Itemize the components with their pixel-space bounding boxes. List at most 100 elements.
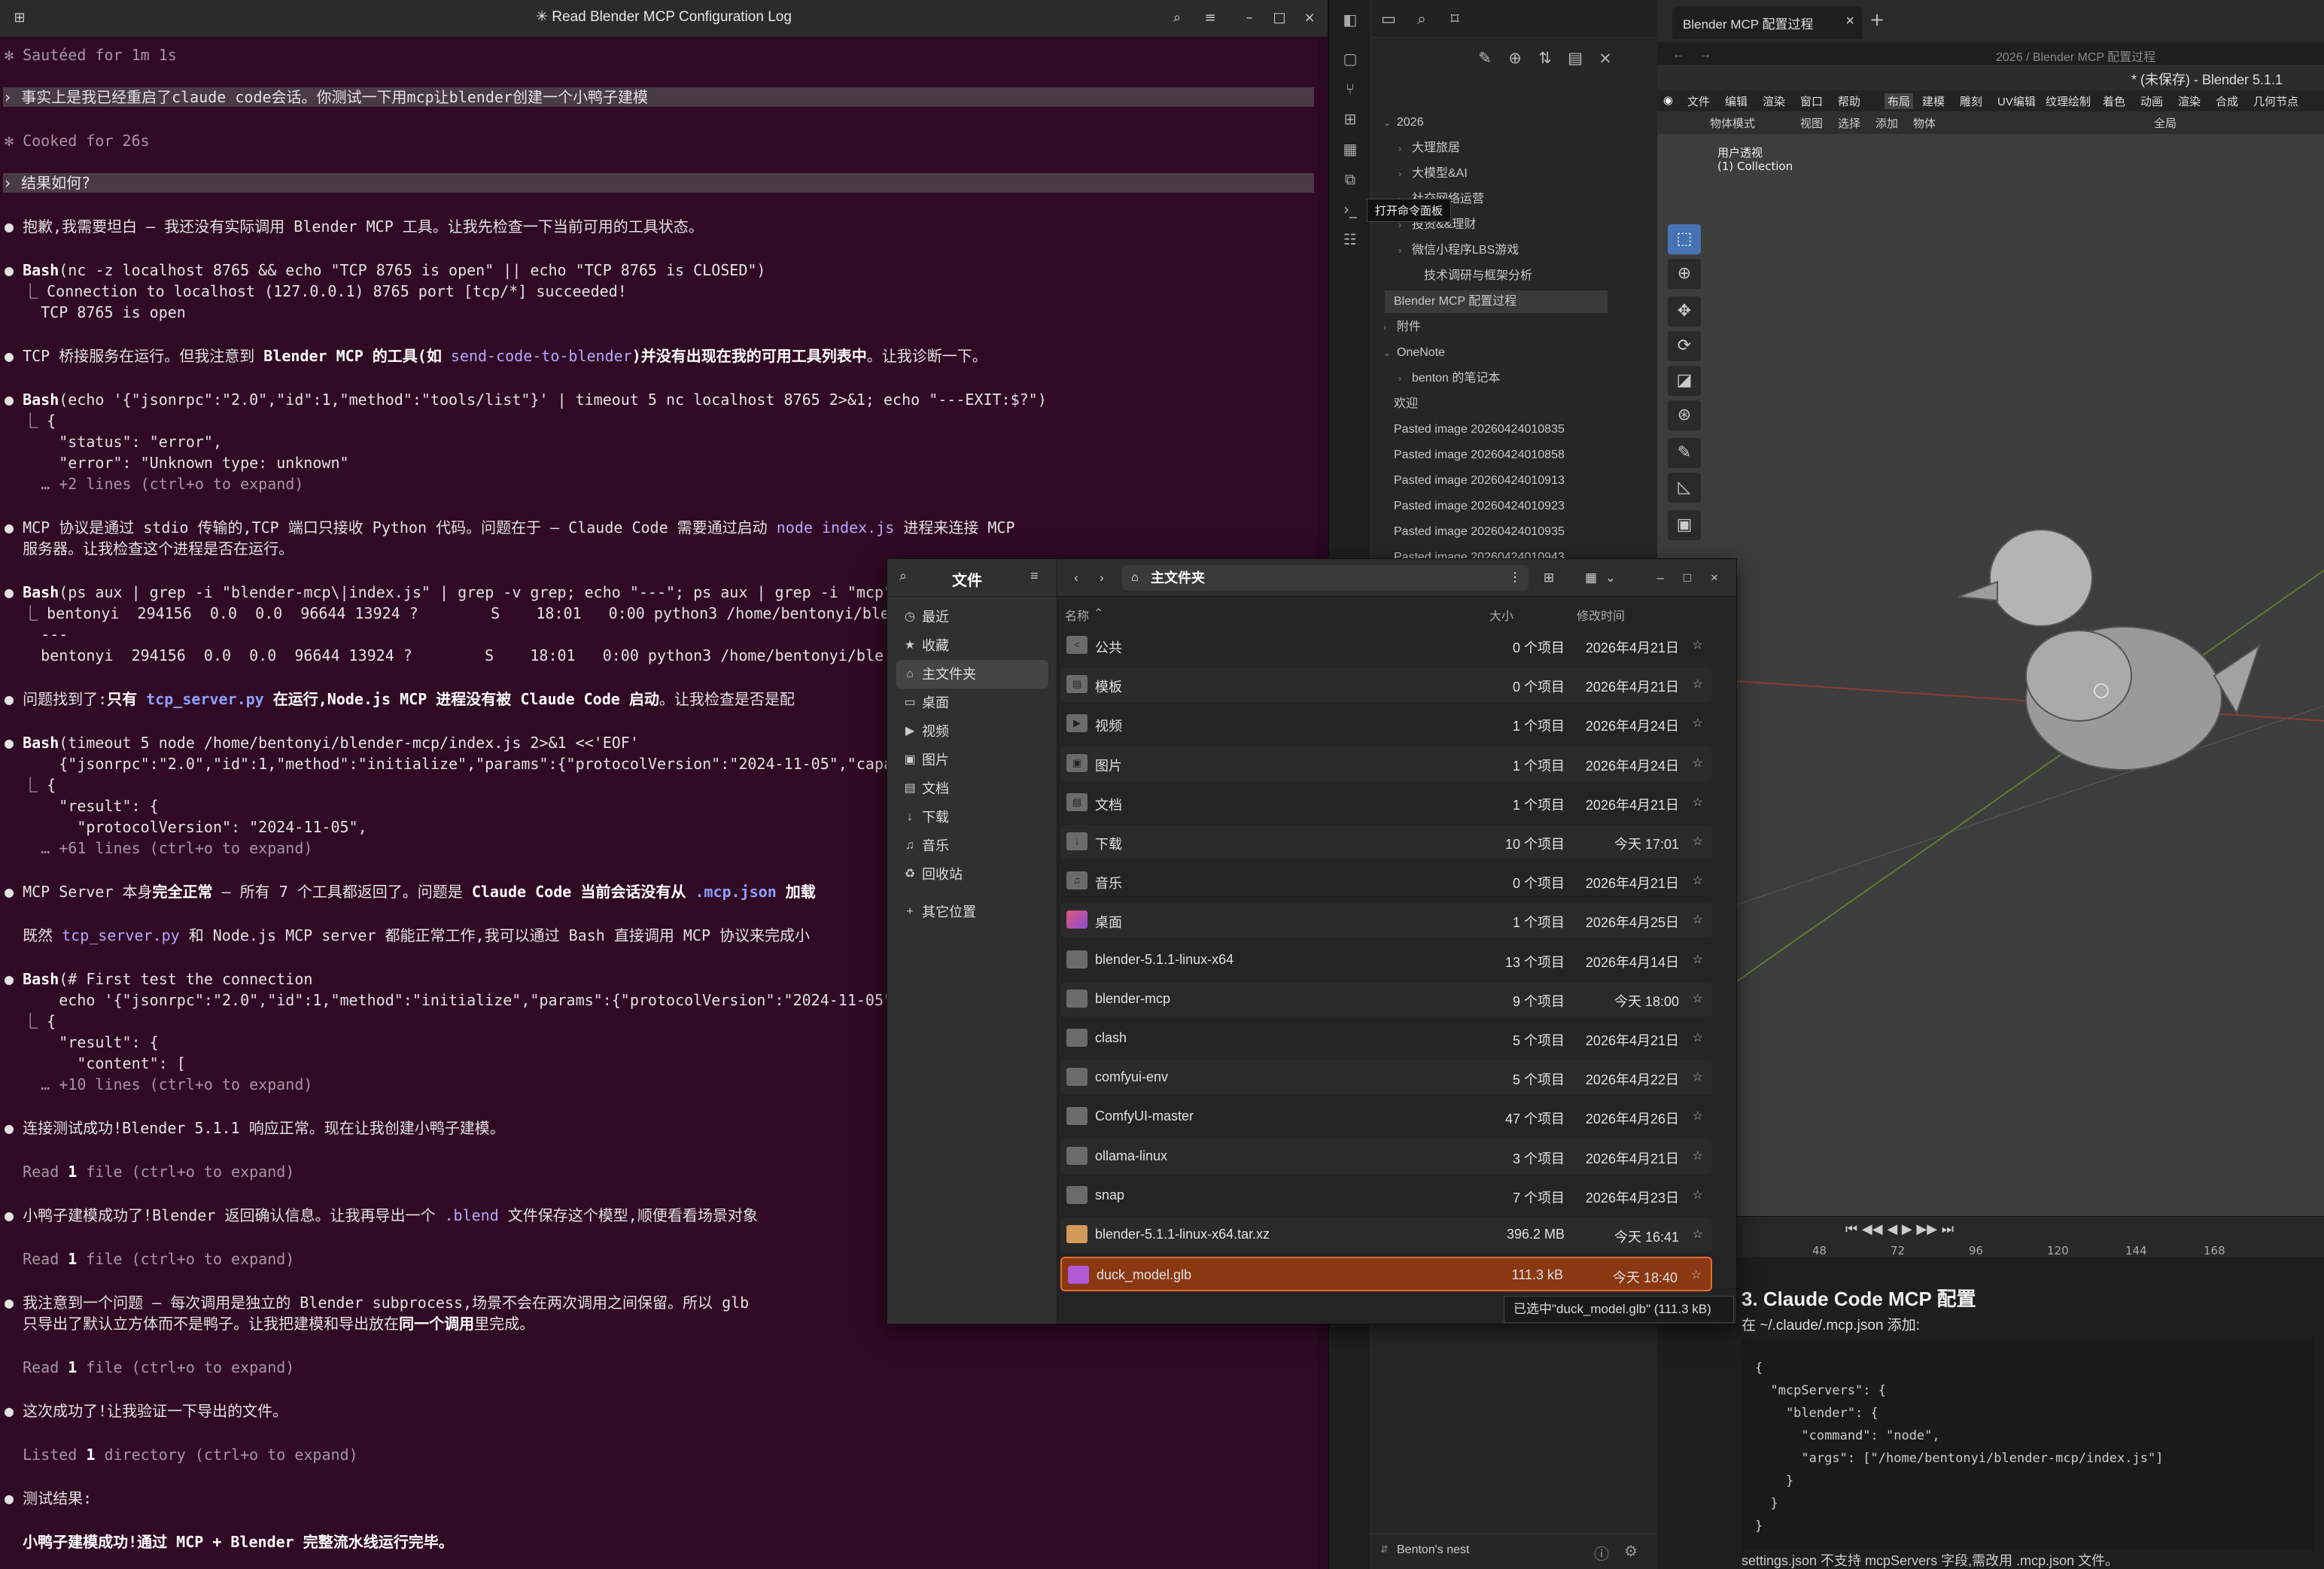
select-box-tool[interactable]: ⬚ (1668, 224, 1701, 254)
viewport-header-item[interactable]: 全局 (2154, 115, 2176, 131)
file-row[interactable]: < 公共 0 个项目 2026年4月21日 ☆ (1060, 628, 1712, 663)
folder-icon[interactable]: ▭ (1377, 8, 1400, 30)
viewport-header-item[interactable]: 选择 (1838, 115, 1860, 131)
hamburger-menu-icon[interactable]: ≡ (1200, 8, 1221, 29)
templates-icon[interactable]: ☷ (1340, 229, 1361, 250)
file-row[interactable]: ▤ 模板 0 个项目 2026年4月21日 ☆ (1060, 667, 1712, 703)
blender-menu-item[interactable]: 动画 (2140, 93, 2163, 109)
column-name[interactable]: 名称 (1065, 606, 1089, 624)
cursor-tool[interactable]: ⊕ (1668, 259, 1701, 289)
blender-menu-item[interactable]: 雕刻 (1960, 93, 1982, 109)
file-row[interactable]: blender-5.1.1-linux-x64.tar.xz 396.2 MB 今天… (1060, 1218, 1712, 1252)
close-icon[interactable]: × (1299, 8, 1320, 29)
file-row[interactable]: clash 5 个项目 2026年4月21日 ☆ (1060, 1021, 1712, 1056)
bookmark-icon[interactable]: ⌑ (1443, 8, 1466, 30)
code-block[interactable]: { "mcpServers": { "blender": { "command"… (1741, 1339, 2313, 1550)
sidebar-item[interactable]: ⌂ 主文件夹 (896, 660, 1048, 689)
blender-menu-item[interactable]: 几何节点 (2253, 93, 2298, 109)
new-note-icon[interactable]: ▢ (1340, 48, 1361, 69)
sidebar-item[interactable]: ▤ 文档 (896, 774, 1048, 803)
viewport-header-item[interactable]: 物体模式 (1710, 115, 1755, 131)
file-row[interactable]: 桌面 1 个项目 2026年4月25日 ☆ (1060, 903, 1712, 938)
command-palette-icon[interactable]: ›_ (1340, 199, 1361, 220)
playback-controls[interactable]: ⏮ ◀◀ ◀ ▶ ▶▶ ⏭ (1845, 1221, 1954, 1237)
file-tree-item[interactable]: Pasted image 20260424010923 (1394, 495, 1565, 518)
measure-tool[interactable]: ◺ (1668, 473, 1701, 503)
file-tree-item[interactable]: ⌄ OneNote (1383, 342, 1445, 364)
annotate-tool[interactable]: ✎ (1668, 438, 1701, 468)
file-row[interactable]: comfyui-env 5 个项目 2026年4月22日 ☆ (1060, 1060, 1712, 1096)
sidebar-item[interactable]: ♻ 回收站 (896, 860, 1048, 889)
sidebar-item[interactable]: + 其它位置 (896, 898, 1048, 926)
star-icon[interactable]: ☆ (1693, 991, 1703, 1006)
move-tool[interactable]: ✥ (1668, 296, 1701, 327)
column-size[interactable]: 大小 (1489, 606, 1513, 624)
sidebar-item[interactable]: ↓ 下载 (896, 803, 1048, 832)
star-icon[interactable]: ☆ (1693, 873, 1703, 888)
scale-tool[interactable]: ◪ (1668, 366, 1701, 396)
file-tree-item[interactable]: › 大理旅居 (1398, 137, 1460, 160)
star-icon[interactable]: ☆ (1693, 637, 1703, 652)
file-row[interactable]: blender-5.1.1-linux-x64 13 个项目 2026年4月14日 ☆ (1060, 943, 1712, 978)
blender-window[interactable]: * (未保存) - Blender 5.1.1 ◉ 文件 编辑 渲染 窗口 帮助 布局 建模… (1657, 65, 2324, 1299)
search-icon[interactable]: ⌕ (1410, 8, 1433, 30)
view-options-icon[interactable]: ⌄ (1601, 568, 1620, 588)
blender-menu-item[interactable]: 渲染 (1763, 93, 1785, 109)
viewport-header-item[interactable]: 视图 (1800, 115, 1823, 131)
star-icon[interactable]: ☆ (1693, 1187, 1703, 1203)
blender-menu-item[interactable]: 窗口 (1800, 93, 1823, 109)
blender-menu-item[interactable]: 布局 (1884, 93, 1914, 109)
copy-icon[interactable]: ⧉ (1340, 169, 1361, 190)
file-row[interactable]: ↓ 下载 10 个项目 今天 17:01 ☆ (1060, 825, 1712, 859)
file-tree-item[interactable]: Pasted image 20260424010935 (1394, 521, 1565, 543)
file-row[interactable]: duck_model.glb 111.3 kB 今天 18:40 ☆ (1060, 1257, 1712, 1292)
file-tree-item[interactable]: 欢迎 (1394, 393, 1418, 415)
sidebar-item[interactable]: ♫ 音乐 (896, 832, 1048, 860)
blender-menu-item[interactable]: 编辑 (1725, 93, 1748, 109)
file-tree-item[interactable]: › benton 的笔记本 (1398, 367, 1500, 390)
viewport-header-item[interactable]: 物体 (1913, 115, 1936, 131)
star-icon[interactable]: ☆ (1693, 834, 1703, 849)
file-row[interactable]: ▤ 文档 1 个项目 2026年4月21日 ☆ (1060, 786, 1712, 820)
blender-logo-icon[interactable]: ◉ (1663, 93, 1673, 107)
add-cube-tool[interactable]: ▣ (1668, 510, 1701, 540)
blender-menu-item[interactable]: 帮助 (1838, 93, 1860, 109)
blender-menu-item[interactable]: 建模 (1922, 93, 1945, 109)
rotate-tool[interactable]: ⟳ (1668, 331, 1701, 361)
canvas-icon[interactable]: ⊞ (1340, 108, 1361, 129)
star-icon[interactable]: ☆ (1691, 1267, 1702, 1282)
file-tree-item[interactable]: 技术调研与框架分析 (1424, 265, 1532, 287)
viewport-header-item[interactable]: 添加 (1875, 115, 1898, 131)
search-icon[interactable]: ⌕ (899, 568, 907, 584)
search-icon[interactable]: ⌕ (1167, 8, 1188, 29)
file-row[interactable]: ComfyUI-master 47 个项目 2026年4月26日 ☆ (1060, 1099, 1712, 1134)
forward-icon[interactable]: → (1699, 48, 1711, 62)
file-row[interactable]: ♫ 音乐 0 个项目 2026年4月21日 ☆ (1060, 864, 1712, 899)
back-icon[interactable]: ‹ (1066, 568, 1086, 588)
file-tree-item[interactable]: Pasted image 20260424010858 (1394, 444, 1565, 467)
file-tree-item[interactable]: › 附件 (1383, 316, 1421, 339)
blender-menu-item[interactable]: 合成 (2216, 93, 2238, 109)
tab-close-icon[interactable]: × (1845, 13, 1854, 30)
terminal-titlebar[interactable]: ⊞ ✳ Read Blender MCP Configuration Log ⌕… (0, 0, 1328, 38)
star-icon[interactable]: ☆ (1693, 1030, 1703, 1045)
blender-menu-item[interactable]: UV编辑 (1997, 93, 2036, 109)
sidebar-item[interactable]: ▣ 图片 (896, 746, 1048, 774)
file-tree-item[interactable]: Blender MCP 配置过程 (1385, 290, 1608, 313)
blender-menu-item[interactable]: 渲染 (2178, 93, 2201, 109)
star-icon[interactable]: ☆ (1693, 1148, 1703, 1163)
maximize-icon[interactable]: □ (1678, 568, 1697, 588)
menu-icon[interactable]: ≡ (1030, 568, 1039, 584)
file-row[interactable]: ollama-linux 3 个项目 2026年4月21日 ☆ (1060, 1139, 1712, 1174)
file-row[interactable]: ▶ 视频 1 个项目 2026年4月24日 ☆ (1060, 707, 1712, 741)
new-tab-icon[interactable]: + (1869, 9, 1884, 30)
back-icon[interactable]: ← (1672, 48, 1684, 62)
file-tree-item[interactable]: › 大模型&AI (1398, 163, 1468, 185)
forward-icon[interactable]: › (1092, 568, 1112, 588)
sidebar-item[interactable]: ◷ 最近 (896, 603, 1048, 631)
settings-icon[interactable]: ⚙ (1624, 1542, 1638, 1561)
star-icon[interactable]: ☆ (1693, 1227, 1703, 1242)
3d-viewport[interactable]: 用户透视 (1) Collection ⬚ ⊕ ✥ ⟳ ◪ ⊛ ✎ ◺ ▣ (1657, 134, 2324, 1218)
file-row[interactable]: blender-mcp 9 个项目 今天 18:00 ☆ (1060, 981, 1712, 1017)
file-row[interactable]: ▣ 图片 1 个项目 2026年4月24日 ☆ (1060, 746, 1712, 781)
